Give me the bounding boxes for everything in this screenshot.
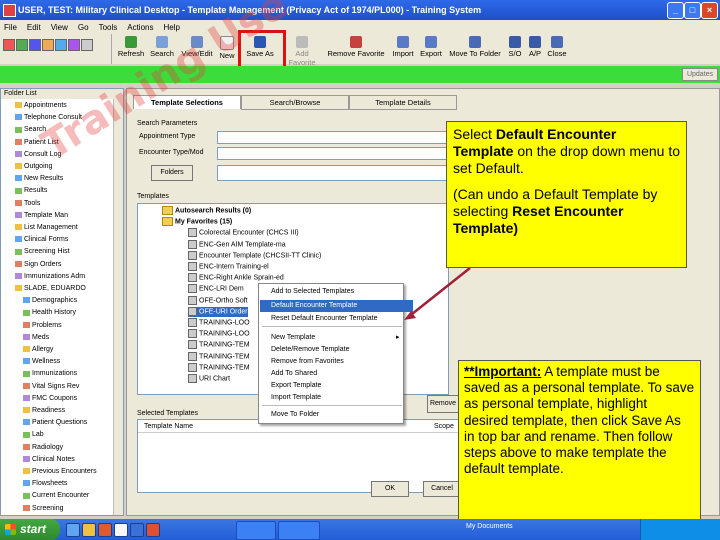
quicklaunch-outlook-icon[interactable] <box>98 523 112 537</box>
quicklaunch-app-icon[interactable] <box>114 523 128 537</box>
system-tray <box>640 519 720 540</box>
my-documents-toolbar[interactable]: My Documents <box>466 523 513 530</box>
important-label: **Important: <box>464 364 542 379</box>
taskbar-app-button-2[interactable] <box>278 521 320 540</box>
taskbar-app-button-1[interactable] <box>236 521 276 540</box>
callout-text: A template must be saved as a personal t… <box>464 364 695 477</box>
callout-text: Select <box>453 126 496 142</box>
instruction-callout-important: **Important: A template must be saved as… <box>458 360 701 521</box>
quicklaunch-folder-icon[interactable] <box>82 523 96 537</box>
start-button[interactable]: start <box>0 519 60 540</box>
windows-logo-icon <box>5 524 16 535</box>
quicklaunch-ie-icon[interactable] <box>66 523 80 537</box>
quicklaunch-word-icon[interactable] <box>130 523 144 537</box>
instruction-callout-default: Select Default Encounter Template on the… <box>446 121 687 268</box>
taskbar: start My Documents <box>0 519 720 540</box>
quicklaunch-ppt-icon[interactable] <box>146 523 160 537</box>
start-label: start <box>20 522 47 536</box>
